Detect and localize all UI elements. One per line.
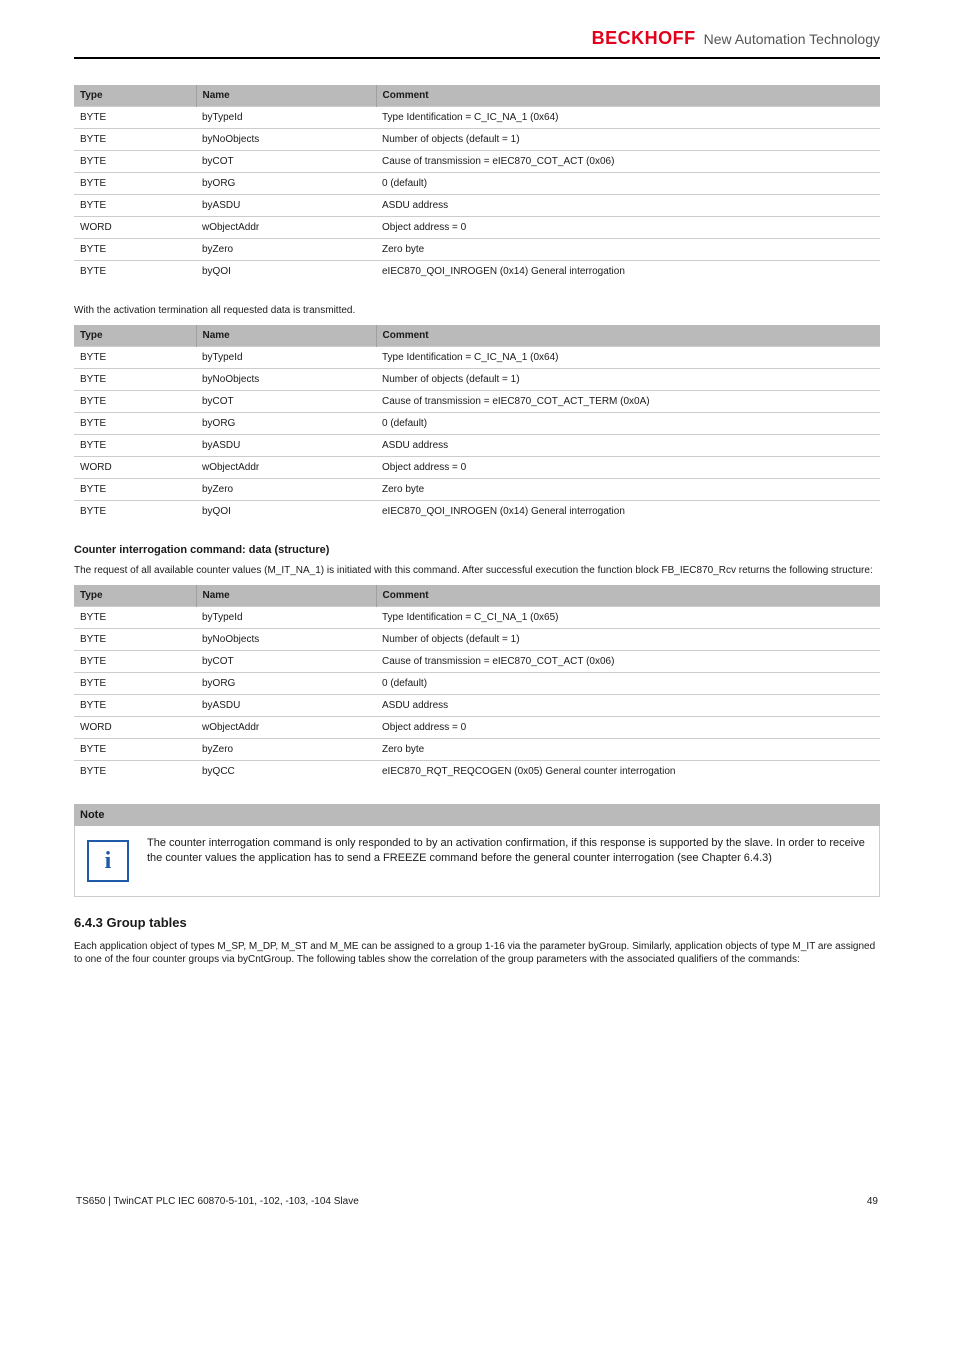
table-row: BYTEbyZeroZero byte [74,239,880,261]
col-header-name: Name [196,85,376,107]
info-icon: i [87,840,129,882]
table-row: BYTEbyNoObjectsNumber of objects (defaul… [74,629,880,651]
asdu-table-ic-termination: Type Name Comment BYTEbyTypeIdType Ident… [74,325,880,522]
brand-tagline: New Automation Technology [704,31,880,47]
table-row: BYTEbyORG0 (default) [74,673,880,695]
col-header-name: Name [196,585,376,607]
asdu-table-ic-general-interrogation: Type Name Comment BYTEbyTypeIdType Ident… [74,85,880,282]
col-header-comment: Comment [376,585,880,607]
table-row: BYTEbyTypeIdType Identification = C_IC_N… [74,107,880,129]
note-text: The counter interrogation command is onl… [147,836,871,866]
table-row: BYTEbyORG0 (default) [74,173,880,195]
paragraph-ci-desc: The request of all available counter val… [74,564,880,577]
page-footer: TS650 | TwinCAT PLC IEC 60870-5-101, -10… [74,1196,880,1207]
logo-block: BECKHOFF New Automation Technology [592,28,880,49]
col-header-type: Type [74,325,196,347]
footer-page: 49 [867,1196,878,1207]
brand-logo: BECKHOFF [592,28,696,49]
section-title-group-tables: 6.4.3 Group tables [74,915,880,930]
table-row: BYTEbyZeroZero byte [74,739,880,761]
footer-product: TS650 | TwinCAT PLC IEC 60870-5-101, -10… [76,1196,359,1207]
table-row: WORDwObjectAddrObject address = 0 [74,457,880,479]
table-row: BYTEbyNoObjectsNumber of objects (defaul… [74,369,880,391]
intro-text-termination: With the activation termination all requ… [74,304,880,317]
col-header-type: Type [74,85,196,107]
asdu-table-ci: Type Name Comment BYTEbyTypeIdType Ident… [74,585,880,782]
paragraph-group-tables: Each application object of types M_SP, M… [74,940,880,966]
page-header: BECKHOFF New Automation Technology [74,28,880,59]
table-row: BYTEbyASDUASDU address [74,695,880,717]
table-row: BYTEbyTypeIdType Identification = C_CI_N… [74,607,880,629]
table-row: BYTEbyASDUASDU address [74,195,880,217]
table-row: BYTEbyORG0 (default) [74,413,880,435]
note-title: Note [74,804,880,826]
table-row: BYTEbyCOTCause of transmission = eIEC870… [74,651,880,673]
table-row: BYTEbyQOIeIEC870_QOI_INROGEN (0x14) Gene… [74,261,880,283]
col-header-type: Type [74,585,196,607]
table-row: WORDwObjectAddrObject address = 0 [74,717,880,739]
table-row: BYTEbyQCCeIEC870_RQT_REQCOGEN (0x05) Gen… [74,761,880,783]
table-row: WORDwObjectAddrObject address = 0 [74,217,880,239]
table-row: BYTEbyZeroZero byte [74,479,880,501]
table-row: BYTEbyCOTCause of transmission = eIEC870… [74,391,880,413]
table-row: BYTEbyCOTCause of transmission = eIEC870… [74,151,880,173]
col-header-comment: Comment [376,325,880,347]
col-header-comment: Comment [376,85,880,107]
table-row: BYTEbyNoObjectsNumber of objects (defaul… [74,129,880,151]
col-header-name: Name [196,325,376,347]
table-row: BYTEbyASDUASDU address [74,435,880,457]
table-row: BYTEbyTypeIdType Identification = C_IC_N… [74,347,880,369]
section-title-counter-interrogation-data: Counter interrogation command: data (str… [74,544,880,556]
note-box: Note i The counter interrogation command… [74,804,880,897]
table-row: BYTEbyQOIeIEC870_QOI_INROGEN (0x14) Gene… [74,501,880,523]
